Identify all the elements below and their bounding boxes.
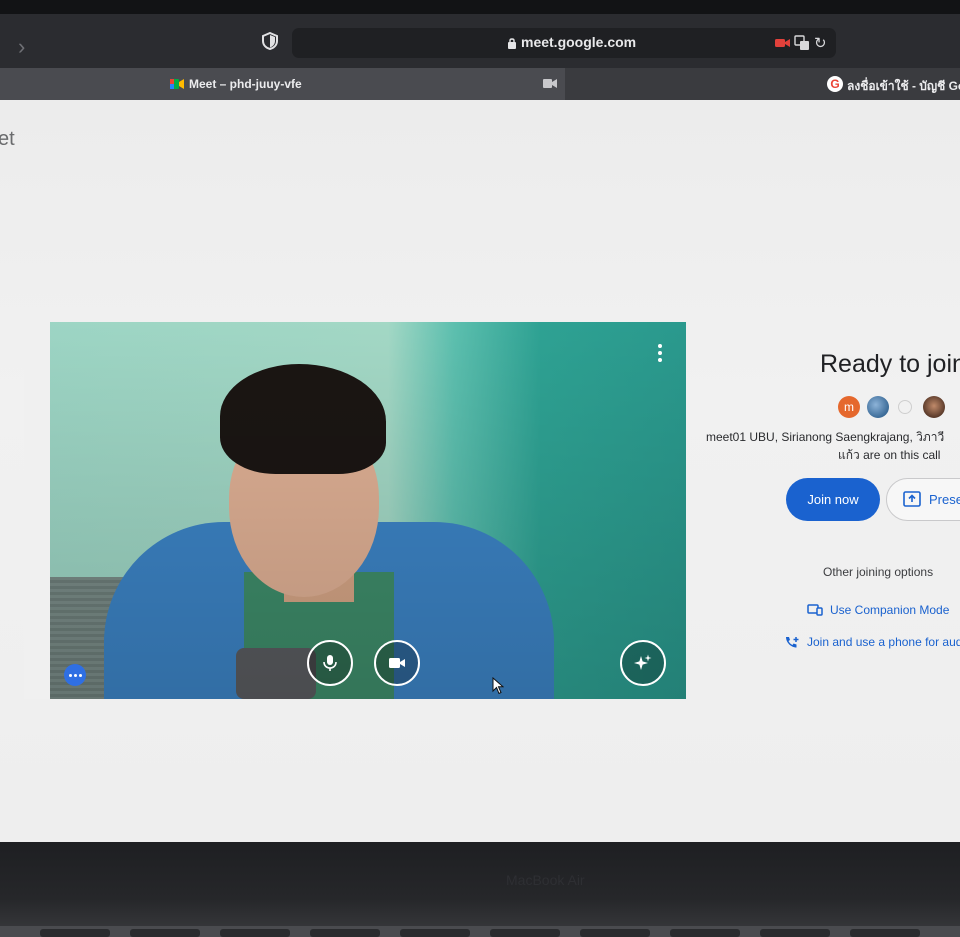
forward-icon[interactable]: › bbox=[18, 34, 25, 60]
reload-icon[interactable]: ↻ bbox=[814, 34, 827, 52]
page-background-edge bbox=[24, 322, 50, 699]
lock-icon bbox=[508, 38, 516, 49]
tab-camera-icon bbox=[543, 79, 557, 88]
microphone-button[interactable] bbox=[307, 640, 353, 686]
camera-in-use-icon[interactable] bbox=[775, 37, 791, 49]
participants-on-call-text: meet01 UBU, Sirianong Saengkrajang, วิภา… bbox=[706, 428, 960, 462]
avatar-placeholder-icon bbox=[898, 400, 912, 414]
laptop-bezel: MacBook Air bbox=[0, 842, 960, 937]
sparkle-effects-icon bbox=[634, 654, 652, 670]
phone-audio-label: Join and use a phone for audio bbox=[807, 635, 960, 649]
companion-mode-link[interactable]: Use Companion Mode bbox=[807, 603, 949, 617]
video-shade bbox=[24, 322, 686, 699]
present-screen-icon bbox=[903, 491, 921, 507]
phone-add-icon bbox=[786, 637, 799, 648]
participant-avatars: m bbox=[838, 396, 960, 418]
more-options-dots-icon[interactable] bbox=[64, 664, 86, 686]
other-joining-options-label: Other joining options bbox=[823, 565, 934, 579]
tab-strip: Meet – phd-juuy-vfe G ลงชื่อเข้าใช้ - บั… bbox=[0, 68, 960, 100]
present-button[interactable]: Present bbox=[886, 478, 960, 521]
participants-line-1: meet01 UBU, Sirianong Saengkrajang, วิภา… bbox=[706, 430, 945, 444]
video-camera-icon bbox=[389, 658, 405, 668]
privacy-shield-icon[interactable] bbox=[262, 32, 278, 50]
more-vert-icon[interactable] bbox=[650, 344, 670, 364]
phone-audio-link[interactable]: Join and use a phone for audio bbox=[784, 635, 960, 649]
browser-toolbar: › meet.google.com ↻ bbox=[0, 0, 960, 68]
meet-page: et Ready to join m meet01 UBU, Sirianong… bbox=[0, 100, 960, 842]
google-favicon-icon: G bbox=[827, 76, 843, 92]
google-meet-favicon-icon bbox=[170, 79, 184, 89]
avatar bbox=[923, 396, 945, 418]
mouse-pointer-icon bbox=[492, 677, 504, 695]
companion-mode-label: Use Companion Mode bbox=[830, 603, 950, 617]
meet-logo-text: et bbox=[0, 128, 15, 150]
translate-icon[interactable] bbox=[794, 35, 810, 51]
ready-to-join-heading: Ready to join bbox=[820, 350, 960, 378]
join-now-button[interactable]: Join now bbox=[786, 478, 880, 521]
avatar: m bbox=[838, 396, 860, 418]
address-bar[interactable]: meet.google.com ↻ bbox=[292, 28, 836, 58]
camera-button[interactable] bbox=[374, 640, 420, 686]
self-video-preview bbox=[24, 322, 686, 699]
url-text: meet.google.com bbox=[521, 34, 637, 50]
tab-meet-label: Meet – phd-juuy-vfe bbox=[189, 77, 302, 91]
visual-effects-button[interactable] bbox=[620, 640, 666, 686]
avatar bbox=[867, 396, 889, 418]
companion-devices-icon bbox=[807, 604, 823, 616]
laptop-screen-photo: › meet.google.com ↻ Meet – phd-juuy-vfe … bbox=[0, 0, 960, 937]
tab-google-signin-label[interactable]: ลงชื่อเข้าใช้ - บัญชี Googl bbox=[847, 77, 960, 96]
tab-meet[interactable]: Meet – phd-juuy-vfe bbox=[0, 68, 565, 100]
laptop-brand-label: MacBook Air bbox=[506, 872, 585, 888]
present-button-label: Present bbox=[929, 492, 960, 507]
participants-line-2: แก้ว are on this call bbox=[838, 448, 941, 462]
keyboard-edge bbox=[0, 926, 960, 937]
microphone-icon bbox=[323, 655, 337, 671]
